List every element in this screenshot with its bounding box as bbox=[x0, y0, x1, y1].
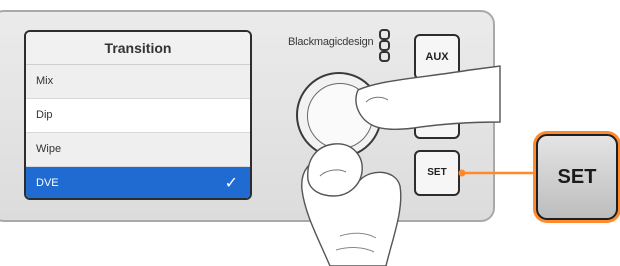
checkmark-icon: ✓ bbox=[224, 175, 238, 192]
search-dial[interactable] bbox=[296, 72, 382, 158]
set-button[interactable]: SET bbox=[414, 150, 460, 196]
logo-mark-icon bbox=[379, 29, 390, 62]
menu-item-label: DVE bbox=[36, 177, 59, 189]
set-button-callout: SET bbox=[533, 131, 620, 223]
aux-button[interactable]: AUX bbox=[414, 34, 460, 80]
dial-center bbox=[307, 83, 373, 149]
menu-item-wipe[interactable]: Wipe bbox=[26, 133, 250, 167]
menu-item-mix[interactable]: Mix bbox=[26, 65, 250, 99]
menu-item-dve[interactable]: DVE ✓ bbox=[26, 167, 250, 198]
menu-item-label: Dip bbox=[36, 109, 53, 121]
callout-label: SET bbox=[536, 134, 618, 220]
brand-logo: Blackmagicdesign bbox=[288, 36, 374, 48]
menu-title: Transition bbox=[26, 32, 250, 65]
menu-item-dip[interactable]: Dip bbox=[26, 99, 250, 133]
menu-item-label: Wipe bbox=[36, 143, 62, 155]
panel-button[interactable] bbox=[414, 93, 460, 139]
lcd-menu: Transition Mix Dip Wipe DVE ✓ bbox=[24, 30, 252, 200]
menu-item-label: Mix bbox=[36, 75, 54, 87]
